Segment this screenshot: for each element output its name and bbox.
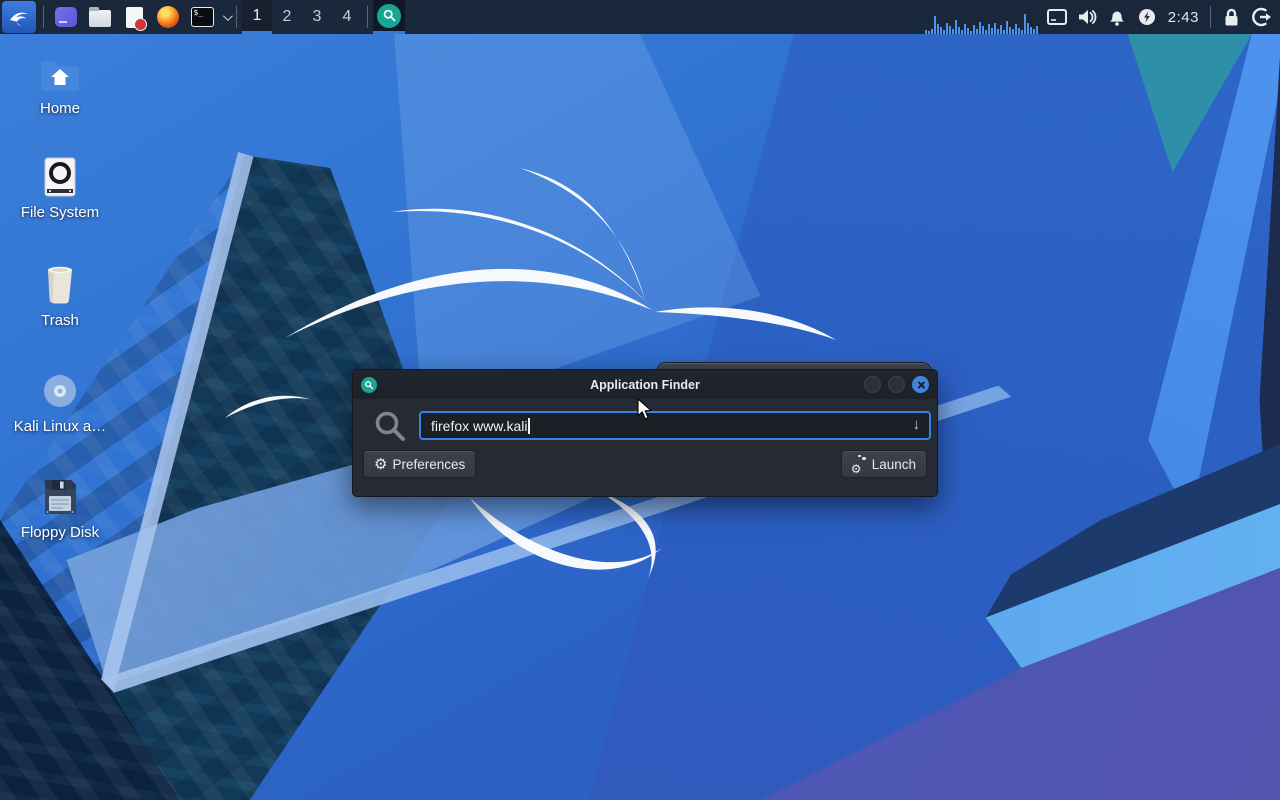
workspace-button-4[interactable]: 4 — [332, 0, 362, 34]
launcher-terminal[interactable]: $_ — [185, 0, 219, 34]
tray-volume[interactable] — [1072, 0, 1102, 34]
kali-menu-button[interactable] — [2, 1, 36, 33]
panel-separator — [367, 6, 368, 28]
workspace-label: 1 — [252, 6, 262, 24]
cdrom-disc-icon — [44, 375, 76, 407]
preferences-button-label: Preferences — [392, 456, 466, 472]
bell-icon — [1109, 11, 1124, 26]
desktop-icon-home[interactable]: Home — [12, 56, 108, 117]
tray-display[interactable] — [1042, 0, 1072, 34]
workspace-label: 4 — [342, 8, 352, 25]
minimize-button[interactable] — [864, 376, 881, 393]
workspace-label: 3 — [312, 8, 322, 25]
launch-button[interactable]: ⚙ Launch — [840, 450, 927, 478]
tray-logout[interactable] — [1246, 0, 1276, 34]
window-app-icon — [55, 7, 77, 27]
launcher-text-editor[interactable] — [117, 0, 151, 34]
gear-icon: ⚙ — [374, 455, 388, 473]
desktop-icon-kali-linux[interactable]: Kali Linux a… — [12, 370, 108, 435]
chevron-down-icon — [221, 12, 231, 22]
cpu-graph[interactable] — [924, 8, 1042, 34]
dropdown-arrow-icon[interactable]: ↓ — [913, 416, 921, 433]
panel-separator — [236, 6, 237, 28]
workspace-button-3[interactable]: 3 — [302, 0, 332, 34]
top-panel: $_ 1 2 3 4 2:43 — [0, 0, 1280, 34]
desktop-icon-label: File System — [20, 204, 100, 221]
volume-icon — [1078, 10, 1097, 24]
lock-icon — [1225, 8, 1237, 25]
window-title: Application Finder — [590, 377, 700, 392]
tray-notifications[interactable] — [1102, 0, 1132, 34]
desktop-icon-label: Floppy Disk — [20, 524, 100, 541]
search-input[interactable]: firefox www.kali ↓ — [419, 411, 931, 440]
power-manager-icon — [1138, 9, 1155, 25]
panel-separator — [43, 6, 44, 28]
maximize-button[interactable] — [888, 376, 905, 393]
preferences-button[interactable]: ⚙ Preferences — [363, 450, 477, 478]
floppy-disk-icon — [45, 480, 76, 514]
desktop-icon-floppy-disk[interactable]: Floppy Disk — [12, 476, 108, 541]
workspace-button-1[interactable]: 1 — [242, 0, 272, 34]
desktop-icon-label: Trash — [41, 312, 79, 329]
tray-power-manager[interactable] — [1132, 0, 1162, 34]
launcher-firefox[interactable] — [151, 0, 185, 34]
search-input-value: firefox www.kali — [431, 417, 528, 434]
display-icon — [1046, 9, 1067, 25]
tray-lock-screen[interactable] — [1216, 0, 1246, 34]
desktop-icon-trash[interactable]: Trash — [12, 264, 108, 329]
launch-icon: ⚙ — [851, 454, 867, 475]
search-icon — [375, 411, 405, 441]
launcher-window-app[interactable] — [49, 0, 83, 34]
app-finder-icon — [377, 3, 401, 28]
terminal-icon: $_ — [190, 7, 214, 27]
trash-icon — [48, 266, 72, 304]
firefox-icon — [157, 6, 179, 28]
titlebar[interactable]: Application Finder — [353, 370, 937, 399]
workspace-button-2[interactable]: 2 — [272, 0, 302, 34]
close-button[interactable] — [912, 376, 929, 393]
terminal-dropdown-button[interactable] — [219, 0, 231, 34]
kali-dragon-icon — [10, 12, 28, 26]
desktop-icon-file-system[interactable]: File System — [12, 156, 108, 221]
file-manager-icon — [89, 7, 111, 27]
launch-button-label: Launch — [871, 456, 916, 472]
desktop-icon-label: Kali Linux a… — [13, 418, 107, 435]
workspace-label: 2 — [282, 8, 292, 25]
taskbar-application-finder[interactable] — [373, 0, 405, 34]
text-editor-icon — [125, 6, 147, 31]
launcher-file-manager[interactable] — [83, 0, 117, 34]
mouse-cursor — [637, 398, 653, 420]
desktop-icon-label: Home — [39, 100, 80, 117]
hard-drive-icon — [44, 157, 76, 197]
logout-icon — [1251, 7, 1271, 27]
text-caret — [528, 417, 530, 434]
panel-separator — [1210, 6, 1211, 28]
home-folder-icon — [41, 61, 79, 91]
application-finder-window: Application Finder firefox www.kali ↓ ⚙ … — [352, 369, 938, 497]
panel-clock[interactable]: 2:43 — [1162, 9, 1205, 26]
